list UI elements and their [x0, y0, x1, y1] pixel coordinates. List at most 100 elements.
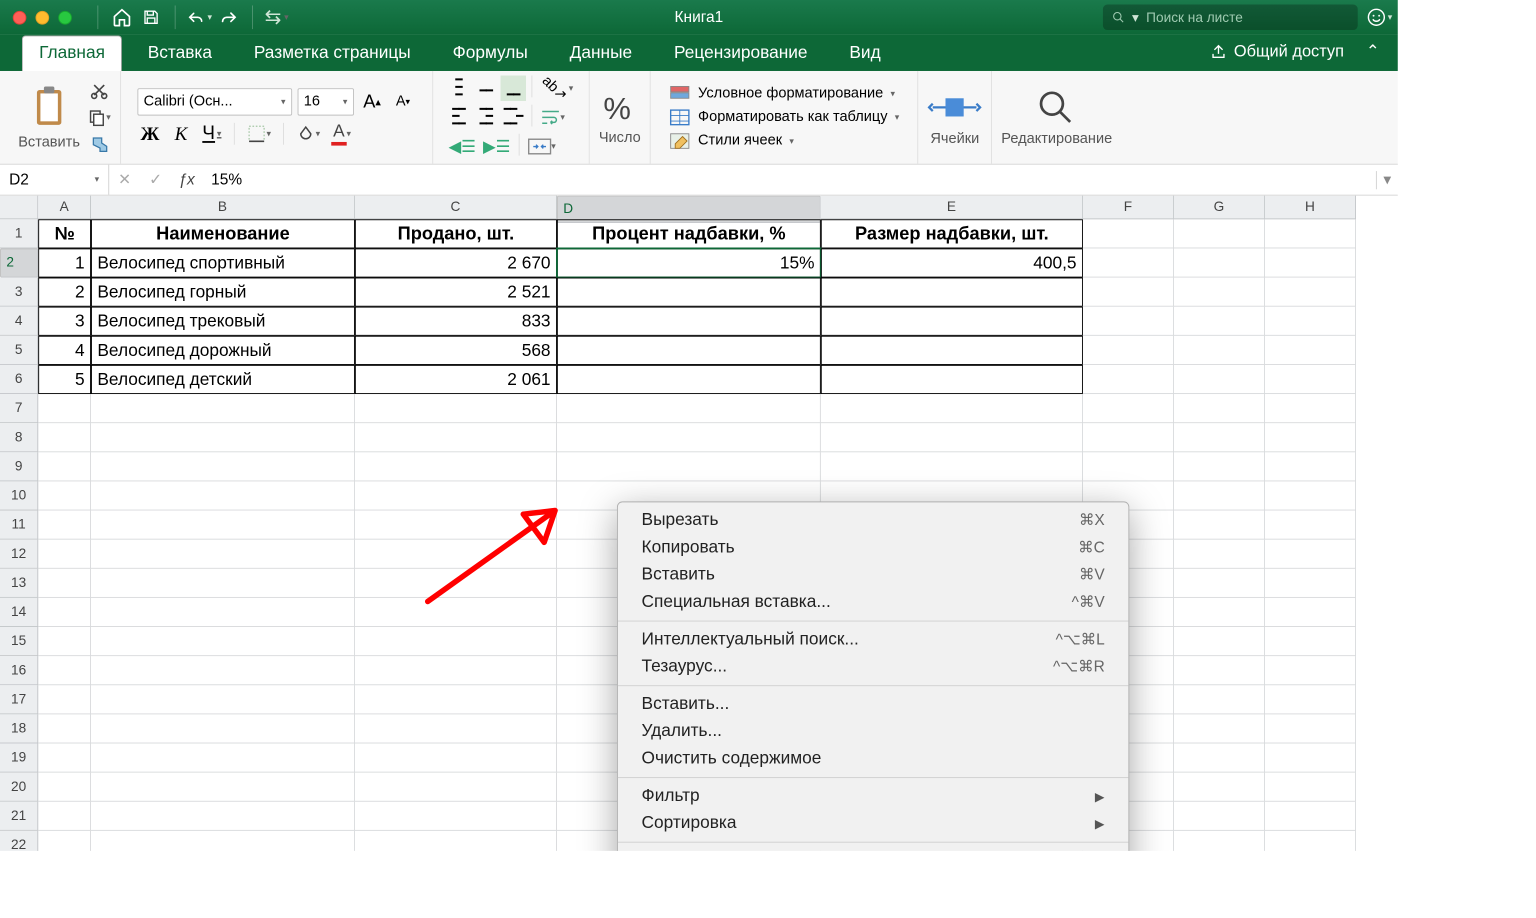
cell[interactable] — [1265, 598, 1356, 627]
cell[interactable] — [1174, 481, 1265, 510]
cell[interactable] — [38, 627, 91, 656]
cell[interactable] — [1083, 365, 1174, 394]
cell[interactable] — [91, 511, 355, 540]
row-header[interactable]: 1 — [0, 219, 38, 248]
row-header[interactable]: 3 — [0, 278, 38, 307]
cell[interactable] — [38, 656, 91, 685]
font-name-selector[interactable]: Calibri (Осн...▾ — [137, 88, 292, 115]
ctx-cut[interactable]: Вырезать⌘X — [618, 507, 1129, 534]
cell[interactable] — [91, 481, 355, 510]
cell[interactable] — [355, 685, 557, 714]
cell[interactable]: 2 670 — [355, 248, 557, 277]
column-header[interactable]: B — [91, 196, 355, 220]
cell[interactable] — [355, 627, 557, 656]
cell[interactable] — [1265, 219, 1356, 248]
cell[interactable] — [1174, 394, 1265, 423]
tab-home[interactable]: Главная — [22, 35, 122, 70]
row-header[interactable]: 2 — [0, 248, 38, 277]
cell[interactable] — [38, 714, 91, 743]
zoom-window-button[interactable] — [58, 10, 72, 24]
cell[interactable]: 2 061 — [355, 365, 557, 394]
cell[interactable] — [1265, 307, 1356, 336]
cell[interactable] — [1174, 219, 1265, 248]
cell[interactable]: Наименование — [91, 219, 355, 248]
row-header[interactable]: 19 — [0, 743, 38, 772]
cell[interactable] — [355, 511, 557, 540]
cell[interactable] — [1083, 219, 1174, 248]
cell[interactable] — [1265, 336, 1356, 365]
cell[interactable]: Размер надбавки, шт. — [821, 219, 1083, 248]
cell[interactable]: Велосипед трековый — [91, 307, 355, 336]
percent-icon[interactable]: % — [599, 88, 641, 126]
accept-formula-button[interactable]: ✓ — [140, 165, 171, 195]
row-header[interactable]: 8 — [0, 423, 38, 452]
ctx-paste-special[interactable]: Специальная вставка...^⌘V — [618, 589, 1129, 616]
cell[interactable] — [821, 423, 1083, 452]
cell[interactable] — [91, 656, 355, 685]
cell[interactable]: Велосипед спортивный — [91, 248, 355, 277]
cell[interactable] — [1265, 627, 1356, 656]
cell[interactable] — [1265, 831, 1356, 851]
ctx-filter[interactable]: Фильтр▶ — [618, 783, 1129, 810]
cell[interactable] — [1265, 248, 1356, 277]
row-header[interactable]: 14 — [0, 598, 38, 627]
row-header[interactable]: 10 — [0, 481, 38, 510]
cell[interactable] — [1174, 831, 1265, 851]
row-header[interactable]: 16 — [0, 656, 38, 685]
format-as-table-button[interactable]: Форматировать как таблицу▾ — [667, 106, 901, 128]
find-icon[interactable] — [1036, 87, 1078, 127]
search-input[interactable]: ▾ Поиск на листе — [1103, 5, 1358, 30]
row-header[interactable]: 18 — [0, 714, 38, 743]
cell[interactable] — [91, 540, 355, 569]
cell[interactable] — [355, 452, 557, 481]
tab-view[interactable]: Вид — [833, 36, 897, 71]
cell[interactable] — [821, 336, 1083, 365]
column-header[interactable]: G — [1174, 196, 1265, 220]
copy-button[interactable]: ▾ — [87, 106, 111, 130]
spreadsheet-grid[interactable]: ABCDEFGH 1234567891011121314151617181920… — [0, 196, 1398, 851]
paste-button[interactable] — [28, 84, 70, 131]
insert-function-button[interactable]: ƒx — [171, 165, 202, 195]
bold-button[interactable]: Ж — [137, 121, 162, 146]
cell[interactable] — [38, 598, 91, 627]
cell[interactable] — [91, 773, 355, 802]
cell[interactable] — [1174, 656, 1265, 685]
font-color-button[interactable]: A▾ — [328, 121, 353, 146]
close-window-button[interactable] — [13, 10, 27, 24]
cell[interactable]: Велосипед горный — [91, 278, 355, 307]
cell[interactable]: 3 — [38, 307, 91, 336]
orientation-button[interactable]: ab↗▾ — [538, 76, 576, 101]
tab-insert[interactable]: Вставка — [131, 36, 228, 71]
cell[interactable] — [1083, 394, 1174, 423]
cell[interactable] — [355, 656, 557, 685]
cell[interactable]: 400,5 — [821, 248, 1083, 277]
cell[interactable] — [821, 278, 1083, 307]
column-header[interactable]: A — [38, 196, 91, 220]
cell[interactable] — [1265, 423, 1356, 452]
column-headers[interactable]: ABCDEFGH — [38, 196, 1356, 220]
column-header[interactable]: F — [1083, 196, 1174, 220]
cell[interactable] — [91, 452, 355, 481]
cell[interactable] — [38, 831, 91, 851]
cell[interactable]: 2 521 — [355, 278, 557, 307]
ctx-copy[interactable]: Копировать⌘C — [618, 534, 1129, 561]
row-headers[interactable]: 1234567891011121314151617181920212223 — [0, 219, 38, 851]
cell[interactable] — [38, 773, 91, 802]
cells-icon[interactable] — [928, 87, 983, 127]
cell[interactable] — [91, 714, 355, 743]
cell[interactable] — [38, 540, 91, 569]
row-header[interactable]: 20 — [0, 773, 38, 802]
underline-button[interactable]: Ч▾ — [199, 121, 224, 146]
column-header[interactable]: E — [821, 196, 1083, 220]
ctx-paste[interactable]: Вставить⌘V — [618, 561, 1129, 588]
cell[interactable] — [38, 423, 91, 452]
cell[interactable] — [355, 831, 557, 851]
italic-button[interactable]: К — [168, 121, 193, 146]
row-header[interactable]: 12 — [0, 540, 38, 569]
cell[interactable] — [1265, 802, 1356, 831]
save-icon[interactable] — [138, 5, 163, 30]
column-header[interactable]: C — [355, 196, 557, 220]
cell[interactable] — [1265, 714, 1356, 743]
cell[interactable] — [355, 802, 557, 831]
cell[interactable] — [1265, 656, 1356, 685]
